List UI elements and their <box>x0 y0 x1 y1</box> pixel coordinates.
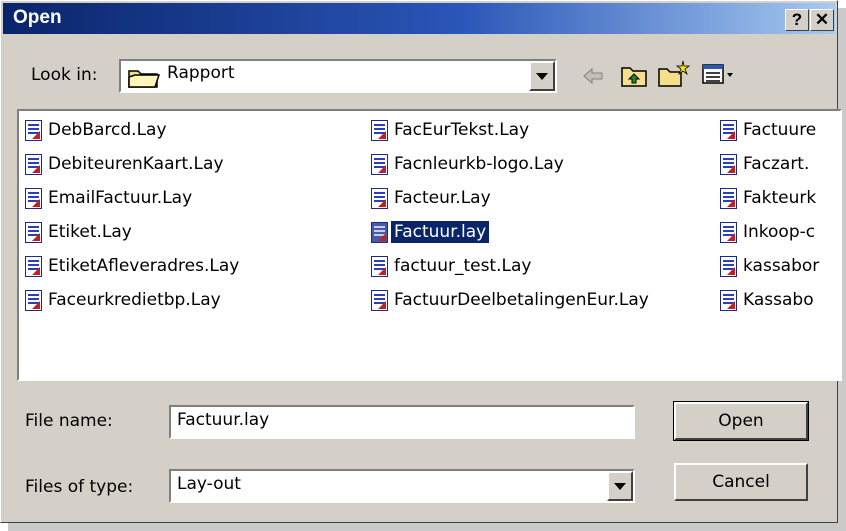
look-in-combo[interactable]: Rapport <box>119 59 557 93</box>
layout-file-icon <box>720 255 737 277</box>
file-item[interactable]: kassabor <box>720 253 822 279</box>
file-name-text: Factuure <box>743 120 817 140</box>
file-item[interactable]: Fakteurk <box>720 185 819 211</box>
folder-icon <box>128 70 161 88</box>
file-name-text: Etiket.Lay <box>48 222 132 242</box>
cancel-button-label: Cancel <box>712 472 770 492</box>
open-button-label: Open <box>718 411 764 431</box>
file-name-text: kassabor <box>743 256 820 276</box>
back-arrow-icon[interactable] <box>581 65 605 87</box>
close-icon: ✕ <box>814 10 830 29</box>
layout-file-icon <box>371 187 388 209</box>
file-item[interactable]: Faczart. <box>720 151 812 177</box>
files-of-type-label: Files of type: <box>25 477 134 497</box>
file-item[interactable]: FacEurTekst.Lay <box>371 117 532 143</box>
chevron-down-icon <box>536 73 548 80</box>
file-name-text: FacEurTekst.Lay <box>394 120 530 140</box>
file-name-value: Factuur.lay <box>177 410 270 430</box>
layout-file-icon <box>25 119 42 141</box>
layout-file-icon <box>371 289 388 311</box>
look-in-dropdown-button[interactable] <box>529 61 555 91</box>
layout-file-icon <box>25 255 42 277</box>
layout-file-icon <box>720 187 737 209</box>
look-in-label: Look in: <box>31 65 98 85</box>
file-name-text: Facnleurkb-logo.Lay <box>394 154 564 174</box>
file-item[interactable]: Factuur.lay <box>371 219 491 245</box>
file-item[interactable]: DebBarcd.Lay <box>25 117 170 143</box>
title-bar[interactable]: Open ? ✕ <box>3 3 835 34</box>
file-item[interactable]: factuur_test.Lay <box>371 253 534 279</box>
file-item[interactable]: Faceurkredietbp.Lay <box>25 287 224 313</box>
layout-file-icon <box>371 153 388 175</box>
file-name-text: Fakteurk <box>743 188 817 208</box>
file-item[interactable]: FactuurDeelbetalingenEur.Lay <box>371 287 652 313</box>
up-folder-icon[interactable] <box>620 63 648 89</box>
file-name-text: EtiketAfleveradres.Lay <box>48 256 240 276</box>
chevron-down-icon <box>614 483 626 490</box>
file-name-label: File name: <box>25 411 113 431</box>
file-item[interactable]: Inkoop-c <box>720 219 818 245</box>
file-item[interactable]: DebiteurenKaart.Lay <box>25 151 227 177</box>
open-button[interactable]: Open <box>673 401 809 441</box>
file-name-text: Faceurkredietbp.Lay <box>48 290 221 310</box>
file-item[interactable]: EtiketAfleveradres.Lay <box>25 253 242 279</box>
file-item[interactable]: Facnleurkb-logo.Lay <box>371 151 567 177</box>
file-item[interactable]: Kassabo <box>720 287 817 313</box>
file-item[interactable]: Facteur.Lay <box>371 185 494 211</box>
layout-file-icon <box>25 153 42 175</box>
layout-file-icon <box>25 187 42 209</box>
cancel-button[interactable]: Cancel <box>674 463 808 501</box>
file-name-text: FactuurDeelbetalingenEur.Lay <box>394 290 649 310</box>
file-name-text: Faczart. <box>743 154 810 174</box>
file-name-text: Facteur.Lay <box>394 188 491 208</box>
layout-file-icon <box>720 221 737 243</box>
layout-file-icon <box>371 119 388 141</box>
file-item[interactable]: Factuure <box>720 117 819 143</box>
file-name-input[interactable]: Factuur.lay <box>169 405 635 439</box>
layout-file-icon <box>720 289 737 311</box>
look-in-value: Rapport <box>167 63 235 83</box>
layout-file-icon <box>25 289 42 311</box>
files-of-type-select[interactable]: Lay-out <box>169 469 635 503</box>
help-button[interactable]: ? <box>785 9 809 31</box>
file-name-text: Inkoop-c <box>743 222 816 242</box>
layout-file-icon <box>371 221 388 243</box>
files-of-type-value: Lay-out <box>177 474 241 494</box>
window-title: Open <box>13 7 62 28</box>
file-list[interactable]: DebBarcd.Lay DebiteurenKaart.Lay EmailFact… <box>17 109 842 381</box>
open-dialog: Open ? ✕ Look in: Rapport DebBarcd.Lay D… <box>0 0 842 523</box>
layout-file-icon <box>720 119 737 141</box>
view-menu-icon[interactable] <box>701 63 737 87</box>
file-name-text: Kassabo <box>743 290 814 310</box>
file-name-text: Factuur.lay <box>389 220 491 244</box>
file-name-text: EmailFactuur.Lay <box>48 188 193 208</box>
layout-file-icon <box>720 153 737 175</box>
files-of-type-dropdown-button[interactable] <box>607 471 633 501</box>
layout-file-icon <box>25 221 42 243</box>
new-folder-icon[interactable] <box>657 59 691 89</box>
file-item[interactable]: EmailFactuur.Lay <box>25 185 195 211</box>
file-name-text: DebiteurenKaart.Lay <box>48 154 224 174</box>
file-name-text: DebBarcd.Lay <box>48 120 167 140</box>
close-button[interactable]: ✕ <box>810 9 834 31</box>
layout-file-icon <box>371 255 388 277</box>
file-name-text: factuur_test.Lay <box>394 256 532 276</box>
help-icon: ? <box>791 10 803 29</box>
file-item[interactable]: Etiket.Lay <box>25 219 135 245</box>
